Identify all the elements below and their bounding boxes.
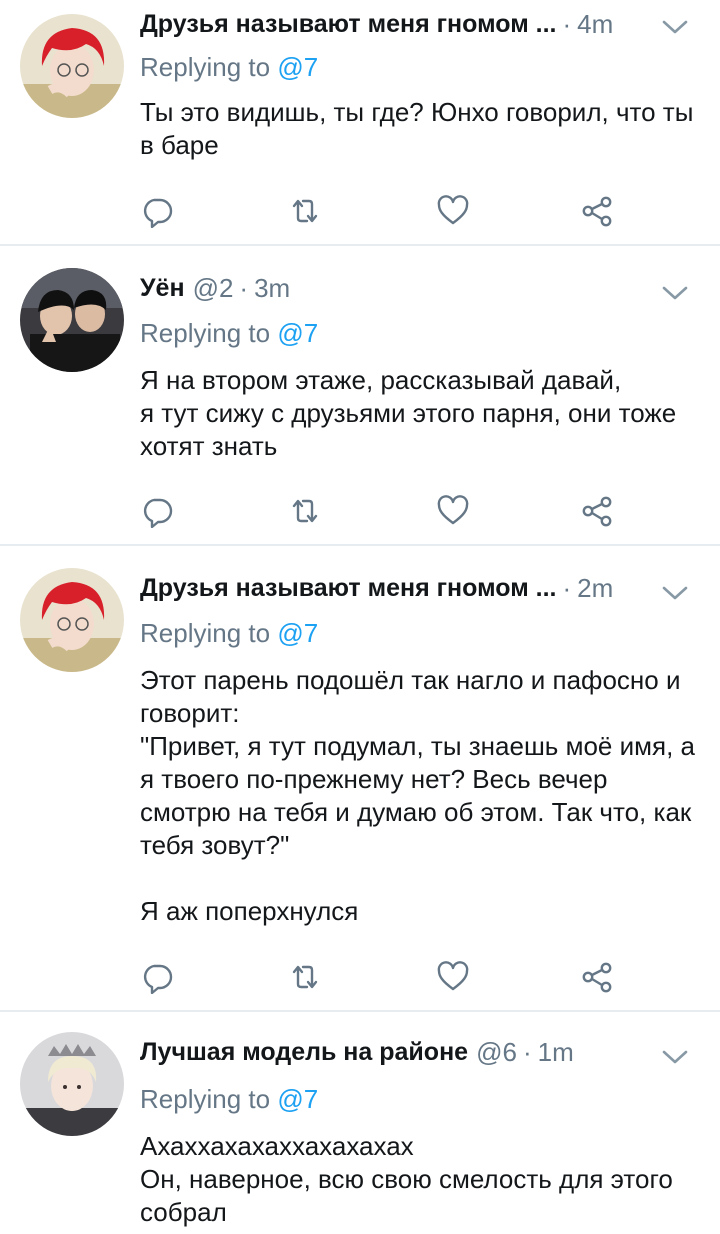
avatar[interactable]: [20, 268, 124, 372]
retweet-icon[interactable]: [288, 494, 322, 528]
timestamp[interactable]: 3m: [254, 273, 290, 304]
chevron-down-icon[interactable]: [660, 1042, 690, 1072]
avatar[interactable]: [20, 568, 124, 672]
display-name[interactable]: Уён: [140, 274, 185, 303]
mention-link[interactable]: @7: [277, 1084, 318, 1114]
chevron-down-icon[interactable]: [660, 12, 690, 42]
replying-to: Replying to @7: [140, 1084, 319, 1114]
tweet-text: Этот парень подошёл так нагло и пафосно …: [140, 665, 695, 926]
tweet[interactable]: Друзья называют меня гномом ... · 2m Rep…: [0, 546, 720, 1012]
tweet-header: Уён @2 · 3m: [140, 270, 700, 306]
handle[interactable]: @2: [193, 273, 234, 304]
tweet[interactable]: Лучшая модель на районе @6 · 1m Replying…: [0, 1012, 720, 1234]
retweet-icon[interactable]: [288, 960, 322, 994]
tweet-header: Друзья называют меня гномом ... · 2m: [140, 570, 700, 606]
separator: ·: [239, 272, 249, 303]
separator: ·: [522, 1036, 532, 1067]
avatar[interactable]: [20, 14, 124, 118]
heart-icon[interactable]: [436, 960, 470, 994]
share-icon[interactable]: [580, 960, 614, 994]
timestamp[interactable]: 1m: [538, 1037, 574, 1068]
timestamp[interactable]: 2m: [577, 573, 613, 604]
separator: ·: [562, 572, 572, 603]
tweet-actions: [140, 960, 640, 994]
tweet[interactable]: Уён @2 · 3m Replying to @7 Я на втором э…: [0, 246, 720, 546]
tweet-text: Ты это видишь, ты где? Юнхо говорил, что…: [140, 97, 694, 160]
timestamp[interactable]: 4m: [577, 9, 613, 40]
display-name[interactable]: Друзья называют меня гномом ...: [140, 10, 556, 39]
display-name[interactable]: Лучшая модель на районе: [140, 1038, 468, 1067]
avatar[interactable]: [20, 1032, 124, 1136]
heart-icon[interactable]: [436, 194, 470, 228]
tweet-header: Друзья называют меня гномом ... · 4m: [140, 6, 700, 42]
tweet-text: Ахаххахахаххахахахах Он, наверное, всю с…: [140, 1131, 673, 1227]
heart-icon[interactable]: [436, 494, 470, 528]
replying-to: Replying to @7: [140, 52, 319, 82]
mention-link[interactable]: @7: [277, 618, 318, 648]
mention-link[interactable]: @7: [277, 318, 318, 348]
tweet-text: Я на втором этаже, рассказывай давай, я …: [140, 365, 677, 461]
separator: ·: [562, 8, 572, 39]
tweet[interactable]: Друзья называют меня гномом ... · 4m Rep…: [0, 0, 720, 246]
reply-icon[interactable]: [140, 194, 174, 228]
tweet-header: Лучшая модель на районе @6 · 1m: [140, 1034, 700, 1070]
retweet-icon[interactable]: [288, 194, 322, 228]
share-icon[interactable]: [580, 194, 614, 228]
tweet-actions: [140, 494, 640, 528]
share-icon[interactable]: [580, 494, 614, 528]
tweet-actions: [140, 194, 640, 228]
chevron-down-icon[interactable]: [660, 578, 690, 608]
display-name[interactable]: Друзья называют меня гномом ...: [140, 574, 556, 603]
reply-icon[interactable]: [140, 494, 174, 528]
replying-to: Replying to @7: [140, 618, 319, 648]
mention-link[interactable]: @7: [277, 52, 318, 82]
replying-to: Replying to @7: [140, 318, 319, 348]
handle[interactable]: @6: [476, 1037, 517, 1068]
reply-icon[interactable]: [140, 960, 174, 994]
chevron-down-icon[interactable]: [660, 278, 690, 308]
